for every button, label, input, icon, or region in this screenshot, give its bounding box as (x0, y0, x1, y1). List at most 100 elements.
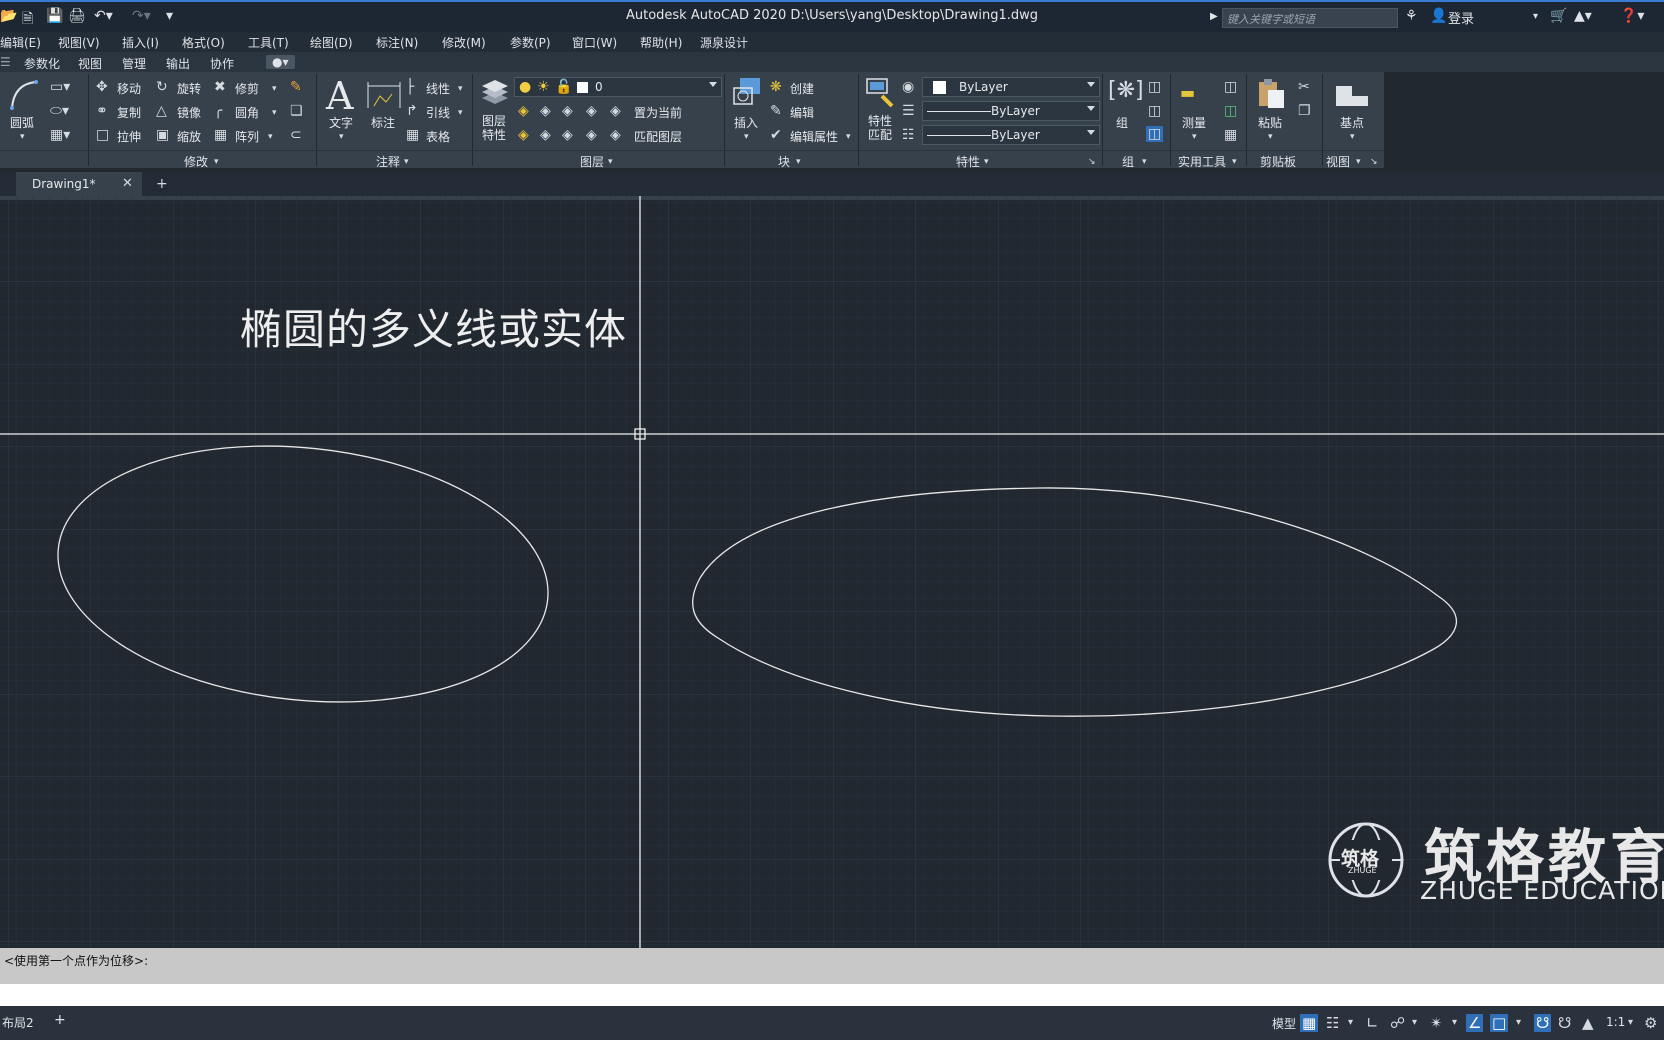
close-icon[interactable]: ✕ (122, 177, 133, 191)
menu-yuanquan[interactable]: 源泉设计 (700, 34, 748, 51)
view-panel-expand-icon[interactable]: ▾ (1356, 155, 1361, 169)
tab-output[interactable]: 输出 (166, 55, 190, 72)
clipboard-panel-label[interactable]: 剪贴板 (1260, 153, 1296, 170)
search-input[interactable]: 键入关键字或短语 (1222, 8, 1398, 28)
modify-panel-label[interactable]: 修改 (184, 153, 208, 170)
copy-clip-icon[interactable]: ❐ (1298, 104, 1311, 118)
set-current-icon[interactable]: ◈ (610, 104, 621, 118)
calculator-icon[interactable]: ▦ (1224, 128, 1237, 142)
menu-insert[interactable]: 插入(I) (122, 34, 159, 51)
utilities-panel-expand-icon[interactable]: ▾ (1232, 155, 1237, 169)
groups-panel-label[interactable]: 组 (1122, 153, 1134, 170)
layer-tool-icon[interactable]: ◈ (586, 128, 597, 142)
properties-panel-label[interactable]: 特性 (956, 153, 980, 170)
snap-dropdown-icon[interactable]: ▾ (1348, 1017, 1353, 1028)
layers-panel-label[interactable]: 图层 (580, 153, 604, 170)
move-icon[interactable]: ✥ (96, 80, 108, 94)
menu-window[interactable]: 窗口(W) (572, 34, 617, 51)
add-layout-icon[interactable]: + (54, 1012, 66, 1028)
trim-button[interactable]: 修剪 (235, 80, 259, 97)
layer-tool-icon[interactable]: ◈ (540, 128, 551, 142)
menu-draw[interactable]: 绘图(D) (310, 34, 353, 51)
annotation-panel-label[interactable]: 注释 (376, 153, 400, 170)
edit-block-button[interactable]: 编辑 (790, 104, 814, 121)
group-select-icon[interactable]: ◫ (1146, 126, 1164, 142)
leader-dropdown-icon[interactable]: ▾ (458, 106, 463, 120)
tab-view[interactable]: 视图 (78, 55, 102, 72)
customize-icon[interactable]: ▾ (166, 8, 173, 24)
edit-attributes-button[interactable]: 编辑属性 (790, 128, 838, 145)
rotate-button[interactable]: 旋转 (177, 80, 201, 97)
edit-attributes-icon[interactable]: ✔ (770, 128, 782, 142)
tab-manage[interactable]: 管理 (122, 55, 146, 72)
move-button[interactable]: 移动 (117, 80, 141, 97)
fillet-button[interactable]: 圆角 (235, 104, 259, 121)
isodraft-dropdown-icon[interactable]: ▾ (1452, 1017, 1457, 1028)
set-current-button[interactable]: 置为当前 (634, 104, 682, 121)
menu-help[interactable]: 帮助(H) (640, 34, 682, 51)
cart-icon[interactable]: 🛒 (1550, 8, 1567, 24)
properties-panel-expand-icon[interactable]: ▾ (984, 155, 989, 169)
count-icon[interactable]: ◫ (1224, 104, 1237, 118)
color-dropdown[interactable]: ByLayer (922, 77, 1100, 97)
object-snap-icon[interactable]: □ (1490, 1014, 1509, 1032)
text-icon[interactable]: A (326, 74, 353, 118)
block-panel-label[interactable]: 块 (778, 153, 790, 170)
layer-lock-icon[interactable]: ◈ (586, 104, 597, 118)
isodraft-icon[interactable]: ✴ (1430, 1014, 1443, 1032)
annotation-autoscale-icon[interactable]: ☋ (1558, 1014, 1571, 1032)
group-edit-icon[interactable]: ◫ (1148, 104, 1161, 118)
menu-tools[interactable]: 工具(T) (248, 34, 289, 51)
trim-icon[interactable]: ✖ (214, 80, 226, 94)
create-block-icon[interactable]: ❋ (770, 80, 782, 94)
undo-icon[interactable]: ↶▾ (94, 8, 113, 24)
model-space-button[interactable]: 模型 (1272, 1015, 1296, 1032)
stretch-icon[interactable]: □ (96, 128, 109, 142)
copy-button[interactable]: 复制 (117, 104, 141, 121)
object-snap-tracking-icon[interactable]: ∠ (1466, 1014, 1484, 1032)
array-icon[interactable]: ▦ (214, 128, 227, 142)
new-icon[interactable]: 🗎 (22, 8, 33, 32)
explode-icon[interactable]: ❏ (290, 104, 303, 118)
fillet-dropdown-icon[interactable]: ▾ (272, 106, 277, 120)
menu-view[interactable]: 视图(V) (58, 34, 100, 51)
scale-button[interactable]: 缩放 (177, 128, 201, 145)
insert-dropdown-icon[interactable]: ▾ (744, 130, 749, 144)
menu-edit[interactable]: 编辑(E) (0, 34, 41, 51)
layer-tool-icon[interactable]: ◈ (562, 104, 573, 118)
menu-parametric[interactable]: 参数(P) (510, 34, 551, 51)
linear-dim-icon[interactable]: ├ (406, 80, 414, 94)
new-tab-icon[interactable]: + (156, 177, 168, 191)
snap-icon[interactable]: ☷ (1326, 1014, 1339, 1032)
match-layer-icon[interactable]: ◈ (610, 128, 621, 142)
group-icon[interactable]: [❋] (1108, 80, 1144, 102)
drawing-canvas[interactable]: 椭圆的多义线或实体 筑格 ZHUGE 筑格教育 ZHUGE EDUCATION (0, 196, 1664, 948)
offset-icon[interactable]: ⊂ (290, 128, 302, 142)
view-panel-label[interactable]: 视图 (1326, 153, 1350, 170)
edit-attributes-dropdown-icon[interactable]: ▾ (846, 130, 851, 144)
quick-select-icon[interactable]: ◫ (1224, 80, 1237, 94)
binoculars-icon[interactable]: ⚘ (1405, 8, 1418, 24)
modify-panel-expand-icon[interactable]: ▾ (214, 155, 219, 169)
scale-dropdown-icon[interactable]: ▾ (1628, 1017, 1633, 1028)
layer-tool-icon[interactable]: ◈ (518, 104, 529, 118)
document-tab-drawing1[interactable]: Drawing1* ✕ (16, 172, 142, 196)
dimension-button[interactable] (366, 80, 402, 114)
tab-collaborate[interactable]: 协作 (210, 55, 234, 72)
lineweight-icon[interactable]: ☰ (902, 104, 915, 118)
table-button[interactable]: 表格 (426, 128, 450, 145)
paste-button[interactable] (1256, 78, 1286, 114)
grid-icon[interactable]: ▦ (1300, 1014, 1319, 1032)
fillet-icon[interactable]: ╭ (214, 104, 222, 118)
properties-dialog-launcher-icon[interactable]: ↘ (1088, 155, 1096, 169)
color-wheel-icon[interactable]: ◉ (902, 80, 914, 94)
annotation-scale-icon[interactable]: ▲ (1582, 1014, 1594, 1032)
cut-icon[interactable]: ✂ (1298, 80, 1310, 94)
table-icon[interactable]: ▦ (406, 128, 419, 142)
stretch-button[interactable]: 拉伸 (117, 128, 141, 145)
leader-button[interactable]: 引线 (426, 104, 450, 121)
array-button[interactable]: 阵列 (235, 128, 259, 145)
match-properties-button[interactable] (864, 76, 896, 112)
block-panel-expand-icon[interactable]: ▾ (796, 155, 801, 169)
leader-icon[interactable]: ↱ (406, 104, 418, 118)
